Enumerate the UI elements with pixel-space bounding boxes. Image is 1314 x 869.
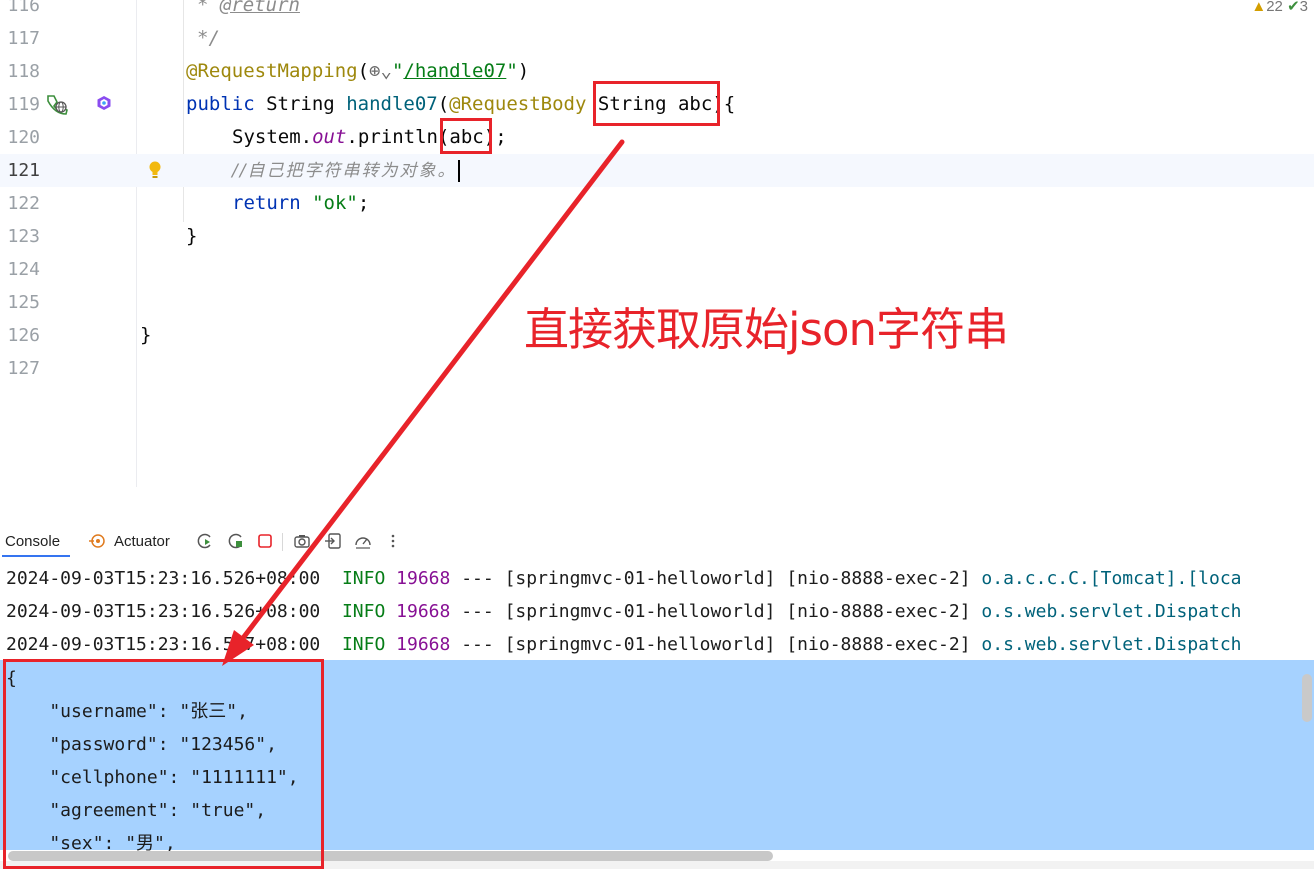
text-cursor	[458, 159, 461, 182]
code-line-117[interactable]: 117 */	[0, 22, 1314, 55]
line-number: 122	[7, 193, 40, 214]
more-icon[interactable]	[384, 532, 402, 550]
line-number: 121	[7, 160, 40, 181]
line-number: 116	[7, 0, 40, 16]
console-vertical-scrollbar[interactable]	[1302, 674, 1312, 722]
line-number: 125	[7, 292, 40, 313]
actuator-icon	[89, 534, 105, 548]
code-line-123[interactable]: 123 }	[0, 220, 1314, 253]
console-toolbar: Console Actuator	[0, 528, 1314, 557]
line-number: 117	[7, 28, 40, 49]
line-number: 120	[7, 127, 40, 148]
export-icon[interactable]	[324, 532, 342, 550]
line-number: 119	[7, 94, 40, 115]
code-text: //自己把字符串转为对象。	[232, 154, 461, 188]
tab-actuator[interactable]: Actuator	[114, 529, 170, 555]
code-line-116[interactable]: 116 * @return	[0, 0, 1314, 22]
code-text: @RequestMapping(⊕⌄"/handle07")	[186, 60, 530, 82]
log-line[interactable]: 2024-09-03T15:23:16.526+08:00 INFO 19668…	[6, 595, 1242, 628]
code-line-124[interactable]: 124	[0, 253, 1314, 286]
highlight-box-argument	[440, 118, 492, 154]
line-number: 118	[7, 61, 40, 82]
line-number: 124	[7, 259, 40, 280]
request-mapping-globe-icon[interactable]	[45, 93, 69, 115]
highlight-box-parameter	[593, 81, 720, 126]
highlight-box-json-output	[3, 659, 324, 869]
log-line[interactable]: 2024-09-03T15:23:16.526+08:00 INFO 19668…	[6, 562, 1242, 595]
globe-chevron-icon[interactable]: ⊕⌄	[369, 60, 392, 82]
code-text: return "ok";	[232, 192, 370, 214]
intention-bulb-icon[interactable]	[148, 160, 162, 180]
active-tab-indicator	[2, 555, 70, 557]
toolbar-separator	[282, 533, 283, 551]
code-text: */	[197, 27, 220, 49]
screenshot-icon[interactable]	[293, 532, 311, 550]
code-text: }	[140, 324, 152, 346]
code-text: }	[186, 225, 198, 247]
restart-icon[interactable]	[227, 532, 245, 550]
line-number: 126	[7, 325, 40, 346]
mapping-path-link[interactable]: /handle07	[403, 60, 506, 82]
code-editor[interactable]: ▲22 ✔3 116 * @return 117 */ 118 @Request…	[0, 0, 1314, 487]
line-number: 123	[7, 226, 40, 247]
rerun-icon[interactable]	[196, 532, 214, 550]
code-line-121[interactable]: 121 //自己把字符串转为对象。	[0, 154, 1314, 187]
log-line[interactable]: 2024-09-03T15:23:16.527+08:00 INFO 19668…	[6, 628, 1242, 661]
stop-icon[interactable]	[256, 532, 274, 550]
spring-bean-icon[interactable]	[96, 95, 112, 111]
tab-console[interactable]: Console	[5, 529, 60, 555]
line-number: 127	[7, 358, 40, 379]
annotation-text: 直接获取原始json字符串	[524, 303, 1009, 356]
code-line-122[interactable]: 122 return "ok";	[0, 187, 1314, 220]
code-text: * @return	[197, 0, 300, 16]
dashboard-icon[interactable]	[354, 532, 372, 550]
